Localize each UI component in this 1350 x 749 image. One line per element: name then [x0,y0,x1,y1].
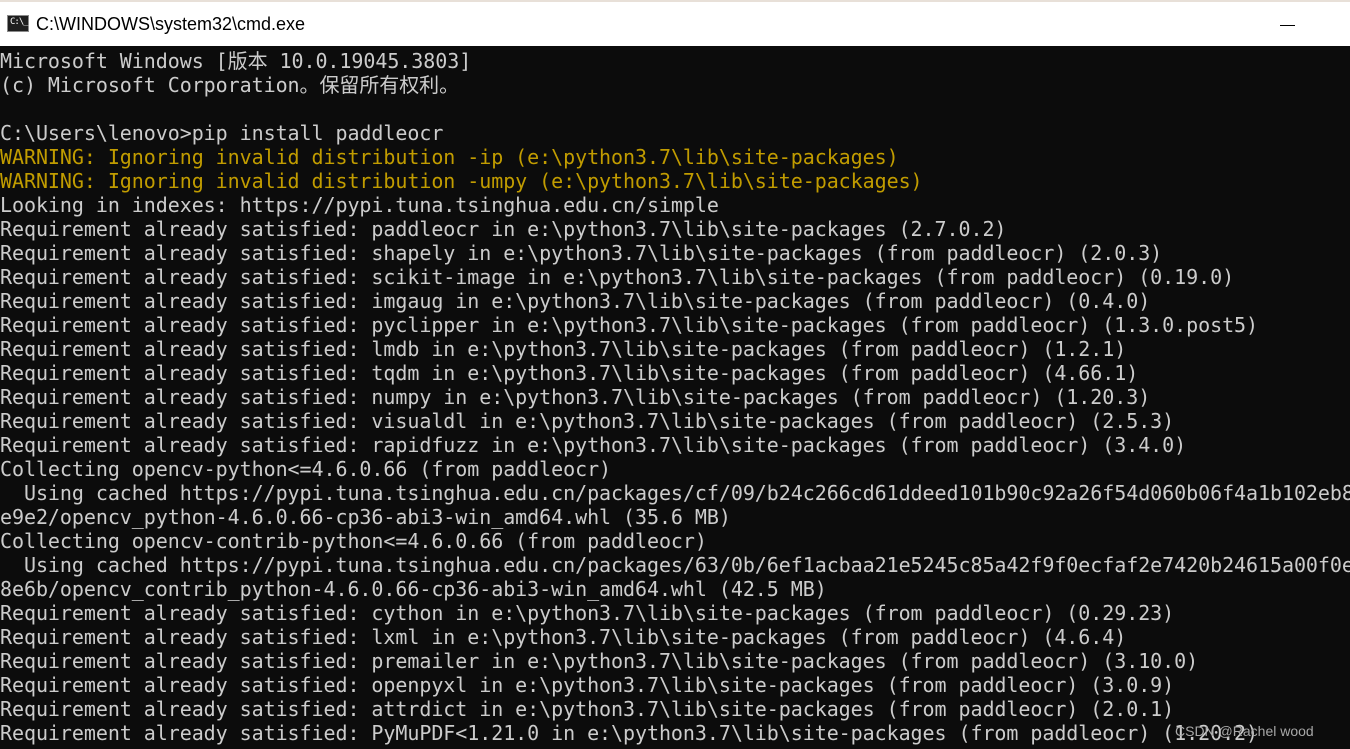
console-line: Requirement already satisfied: cython in… [0,601,1175,625]
console-line: e9e2/opencv_python-4.6.0.66-cp36-abi3-wi… [0,505,731,529]
console-line: Requirement already satisfied: premailer… [0,649,1199,673]
console-line: C:\Users\lenovo>pip install paddleocr [0,121,444,145]
console-line: Requirement already satisfied: shapely i… [0,241,1163,265]
console-line: Requirement already satisfied: scikit-im… [0,265,1235,289]
console-line: Using cached https://pypi.tuna.tsinghua.… [0,553,1350,577]
console-line: Requirement already satisfied: openpyxl … [0,673,1175,697]
console-line: Requirement already satisfied: imgaug in… [0,289,1151,313]
console-line: Microsoft Windows [版本 10.0.19045.3803] [0,49,472,73]
cmd-icon: C:\_ [7,15,29,32]
console-line: Requirement already satisfied: lmdb in e… [0,337,1127,361]
title-bar[interactable]: C:\_ C:\WINDOWS\system32\cmd.exe [0,0,1350,46]
console-line: Using cached https://pypi.tuna.tsinghua.… [0,481,1350,505]
console-line: Requirement already satisfied: tqdm in e… [0,361,1139,385]
cmd-window: C:\_ C:\WINDOWS\system32\cmd.exe Microso… [0,0,1350,749]
console-line: Looking in indexes: https://pypi.tuna.ts… [0,193,719,217]
console-line: Requirement already satisfied: attrdict … [0,697,1175,721]
console-warning-line: WARNING: Ignoring invalid distribution -… [0,145,899,169]
minimize-button[interactable] [1262,4,1312,44]
console-warning-line: WARNING: Ignoring invalid distribution -… [0,169,923,193]
console-line: Requirement already satisfied: numpy in … [0,385,1151,409]
console-line: (c) Microsoft Corporation。保留所有权利。 [0,73,460,97]
window-title: C:\WINDOWS\system32\cmd.exe [36,14,306,34]
console-line: Requirement already satisfied: paddleocr… [0,217,1007,241]
console-line: Requirement already satisfied: visualdl … [0,409,1175,433]
console-line: Requirement already satisfied: rapidfuzz… [0,433,1187,457]
minimize-icon [1280,25,1295,26]
console-line: Requirement already satisfied: PyMuPDF<1… [0,721,1259,745]
console-line: Collecting opencv-python<=4.6.0.66 (from… [0,457,612,481]
console-line: Requirement already satisfied: pyclipper… [0,313,1259,337]
console-line: Requirement already satisfied: lxml in e… [0,625,1127,649]
cmd-icon-glyph: C:\_ [10,17,29,27]
console-output[interactable]: Microsoft Windows [版本 10.0.19045.3803] (c… [0,46,1350,749]
watermark: CSDN @Rachel wood [1175,723,1314,739]
console-line: 8e6b/opencv_contrib_python-4.6.0.66-cp36… [0,577,827,601]
console-line: Collecting opencv-contrib-python<=4.6.0.… [0,529,707,553]
